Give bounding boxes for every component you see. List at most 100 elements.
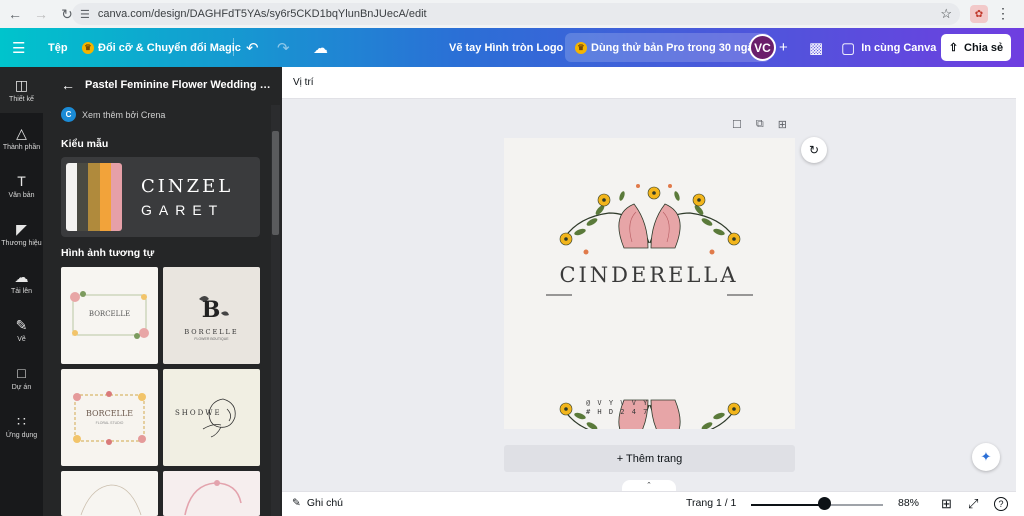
help-icon[interactable]: ? <box>994 497 1008 511</box>
crown-icon: ♛ <box>82 41 94 54</box>
share-button[interactable]: ⇧ Chia sẻ <box>941 34 1011 61</box>
cloud-save-icon[interactable]: ☁ <box>313 28 328 67</box>
editor-topbar: ☰ Tệp ♛ Đổi cỡ & Chuyển đổi Magic ↶ ↷ ☁ V… <box>0 28 1024 67</box>
file-menu-button[interactable]: Tệp <box>48 28 68 67</box>
address-bar[interactable]: ☰ canva.com/design/DAGHFdT5YAs/sy6r5CKD1… <box>72 3 960 25</box>
design-page[interactable]: CINDERELLA @ V Y V V Y # H D 2 4 7 <box>504 138 795 462</box>
rail-item-projects[interactable]: □ Dự án <box>0 355 43 401</box>
rail-item-brand[interactable]: ◤ Thương hiệu <box>0 211 43 257</box>
rail-item-text[interactable]: T Văn bản <box>0 163 43 209</box>
avatar-initials: VC <box>754 40 771 55</box>
magic-assistant-button[interactable]: ✦ <box>972 443 1000 471</box>
thumb-text: SHODWE <box>175 409 222 417</box>
template-thumbnail[interactable]: BORCELLE <box>61 267 158 364</box>
thumb-text: BORCELLE <box>85 409 134 418</box>
site-settings-icon[interactable]: ☰ <box>80 8 90 21</box>
lock-icon[interactable]: ☐ <box>732 118 742 131</box>
notes-label: Ghi chú <box>306 497 343 509</box>
pro-trial-button[interactable]: ♛ Dùng thử bản Pro trong 30 ngày <box>565 33 770 62</box>
rail-label: Thành phần <box>2 144 41 151</box>
swatch <box>110 163 122 231</box>
page-tools: ☐ ⧉ ⊞ <box>732 118 787 131</box>
notes-button[interactable]: ✎ Ghi chú <box>292 497 343 509</box>
extension-icon[interactable]: ✿ <box>970 5 988 23</box>
page-counter[interactable]: Trang 1 / 1 <box>686 497 736 509</box>
line-flower-image <box>202 398 236 438</box>
zoom-level[interactable]: 88% <box>898 497 919 509</box>
magic-resize-label: Đổi cỡ & Chuyển đổi Magic <box>98 41 241 54</box>
crown-icon: ♛ <box>575 41 587 54</box>
thumb-subtext: FLOWER BOUTIQUE <box>194 337 229 341</box>
forward-arrow-icon[interactable]: → <box>30 3 52 25</box>
thumb-subtext: FLORAL STUDIO <box>95 421 124 425</box>
thumb-text: BORCELLE <box>184 328 239 336</box>
hashtag-text: # H D 2 4 7 <box>586 408 649 416</box>
url-text: canva.com/design/DAGHFdT5YAs/sy6r5CKD1bq… <box>97 8 427 20</box>
context-toolbar: Vị trí <box>282 67 1016 99</box>
monogram-image: B <box>199 296 229 323</box>
template-thumbnail[interactable]: BORCELLE FLORAL STUDIO <box>61 369 158 466</box>
right-edge <box>1016 67 1024 516</box>
template-thumbnail[interactable]: B BORCELLE FLOWER BOUTIQUE <box>163 267 260 364</box>
floral-frame-image <box>80 484 142 516</box>
print-label: In cùng Canva <box>861 41 937 54</box>
regenerate-button[interactable]: ↻ <box>801 137 827 163</box>
bottom-bar: ✎ Ghi chú Trang 1 / 1 88% ⊞ ⤢ ? <box>282 491 1016 516</box>
add-collaborator-icon[interactable]: + <box>779 28 788 67</box>
add-page-icon[interactable]: ⊞ <box>778 118 787 131</box>
divider <box>233 38 234 56</box>
template-thumbnail[interactable] <box>61 471 158 516</box>
redo-icon[interactable]: ↷ <box>277 28 290 67</box>
share-icon: ⇧ <box>948 42 959 54</box>
rail-item-upload[interactable]: ☁ Tải lên <box>0 259 43 305</box>
elements-icon: △ <box>16 125 27 141</box>
author-text: Xem thêm bởi Crena <box>82 109 166 120</box>
zoom-slider-fill <box>751 504 824 506</box>
style-card[interactable]: CINZEL GARET <box>61 157 260 237</box>
back-arrow-icon[interactable]: ← <box>61 77 75 93</box>
document-title[interactable]: Vẽ tay Hình tròn Logo <box>449 28 563 67</box>
rail-label: Ứng dụng <box>5 432 38 439</box>
print-button[interactable]: ▢ In cùng Canva <box>841 28 936 67</box>
pro-trial-label: Dùng thử bản Pro trong 30 ngày <box>591 41 760 54</box>
bookmark-star-icon[interactable]: ☆ <box>940 6 952 22</box>
hamburger-menu-icon[interactable]: ☰ <box>12 28 25 67</box>
brand-icon: ◤ <box>16 221 27 237</box>
template-thumbnail[interactable] <box>163 471 260 516</box>
rail-item-design[interactable]: ◫ Thiết kế <box>0 67 43 113</box>
rail-label: Vẽ <box>17 336 26 343</box>
similar-images-heading: Hình ảnh tương tự <box>61 247 155 259</box>
projects-icon: □ <box>17 365 26 381</box>
duplicate-icon[interactable]: ⧉ <box>756 118 764 131</box>
text-icon: T <box>17 173 26 189</box>
thumb-text: BORCELLE <box>88 310 131 318</box>
browser-menu-icon[interactable]: ⋮ <box>996 5 1010 22</box>
rail-item-elements[interactable]: △ Thành phần <box>0 115 43 161</box>
insights-icon[interactable]: ▩ <box>809 28 823 67</box>
template-panel: ← Pastel Feminine Flower Wedding Orga...… <box>43 67 282 516</box>
rail-label: Văn bản <box>8 192 35 199</box>
template-thumbnail[interactable]: SHODWE <box>163 369 260 466</box>
undo-icon[interactable]: ↶ <box>246 28 259 67</box>
add-page-button[interactable]: + Thêm trang <box>504 445 795 472</box>
floral-logo-artwork: CINDERELLA @ V Y V V Y # H D 2 4 7 <box>546 184 753 462</box>
fullscreen-icon[interactable]: ⤢ <box>968 496 978 512</box>
grid-view-icon[interactable]: ⊞ <box>941 496 952 512</box>
font-sample-heading: CINZEL <box>141 176 234 197</box>
chevron-up-icon: ˆ <box>647 480 651 491</box>
rail-item-apps[interactable]: ∷ Ứng dụng <box>0 403 43 449</box>
magic-resize-button[interactable]: ♛ Đổi cỡ & Chuyển đổi Magic <box>82 28 241 67</box>
zoom-slider-knob[interactable] <box>817 497 831 510</box>
rail-label: Tải lên <box>10 288 32 295</box>
avatar[interactable]: VC <box>749 34 776 61</box>
rail-label: Thiết kế <box>9 96 34 103</box>
position-button[interactable]: Vị trí <box>293 77 314 88</box>
show-pages-button[interactable]: ˆ <box>622 480 676 491</box>
author-avatar: C <box>61 107 76 122</box>
truck-icon: ▢ <box>841 39 856 57</box>
back-arrow-icon[interactable]: ← <box>4 3 26 25</box>
rail-item-draw[interactable]: ✎ Vẽ <box>0 307 43 353</box>
file-menu-label: Tệp <box>48 41 68 54</box>
panel-scrollbar-thumb[interactable] <box>272 131 279 235</box>
author-link[interactable]: C Xem thêm bởi Crena <box>61 107 165 122</box>
